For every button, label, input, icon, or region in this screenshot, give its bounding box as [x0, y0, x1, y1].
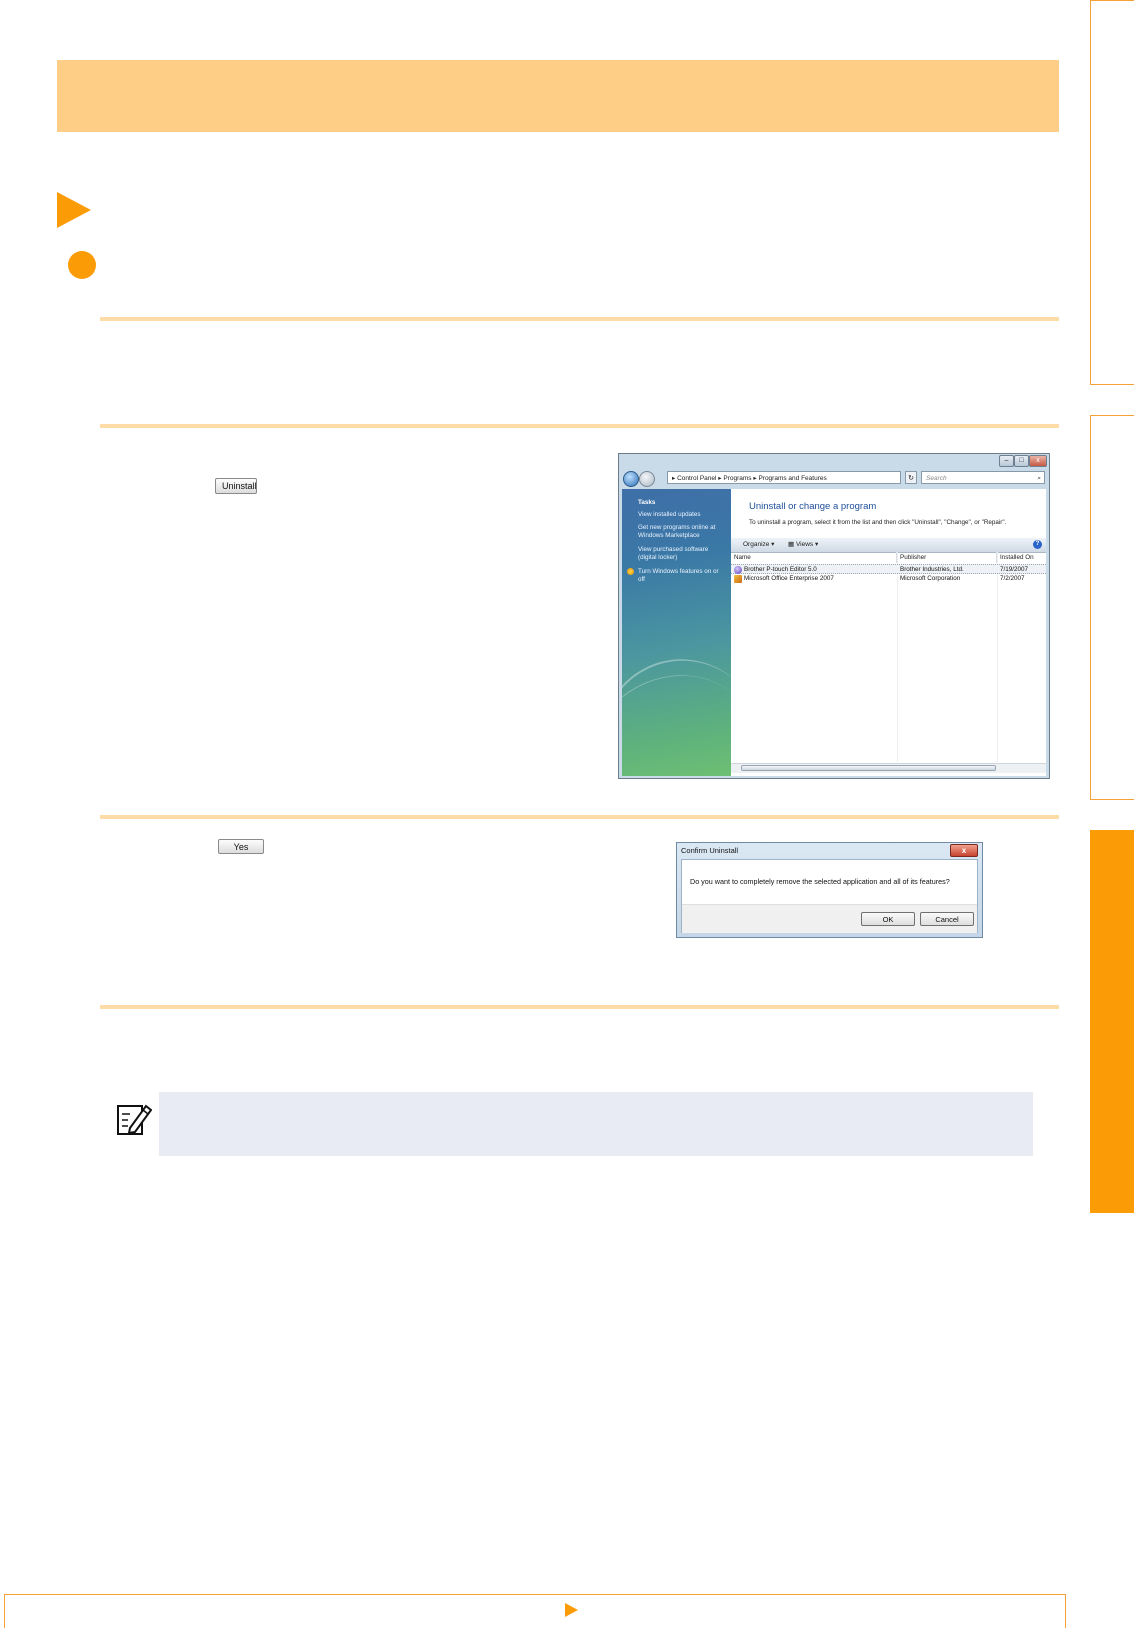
programs-features-window: – □ x ▸ Control Panel ▸ Programs ▸ Progr… — [618, 453, 1050, 779]
window-titlebar: – □ x — [619, 454, 1049, 468]
uninstall-button-image: Uninstall — [215, 478, 257, 494]
column-header-installed[interactable]: Installed On — [997, 552, 1046, 563]
close-button[interactable]: x — [1029, 455, 1047, 467]
dialog-footer: OK Cancel — [682, 904, 977, 933]
forward-arrow-icon[interactable] — [639, 471, 655, 487]
task-purchased-software[interactable]: View purchased software (digital locker) — [638, 546, 726, 561]
cancel-button[interactable]: Cancel — [920, 912, 974, 926]
address-crumb-programs[interactable]: Programs — [723, 475, 751, 482]
step-divider-4 — [100, 1005, 1059, 1009]
ptouch-app-icon — [734, 566, 742, 574]
note-pencil-icon — [116, 1102, 153, 1136]
subsection-marker-dot — [68, 251, 96, 279]
dialog-close-button[interactable]: x — [950, 844, 978, 857]
views-menu[interactable]: ▦ Views ▾ — [788, 538, 818, 552]
side-tab-1[interactable] — [1090, 0, 1134, 385]
horizontal-scrollbar[interactable] — [731, 763, 1046, 773]
task-windows-features[interactable]: Turn Windows features on or off — [638, 568, 726, 583]
views-label: Views — [795, 541, 814, 548]
header-bar — [57, 60, 1059, 132]
row-publisher: Microsoft Corporation — [900, 575, 961, 582]
dialog-body: Do you want to completely remove the sel… — [681, 859, 978, 933]
tasks-title: Tasks — [638, 499, 656, 506]
shield-icon — [627, 568, 634, 575]
address-bar[interactable]: ▸ Control Panel ▸ Programs ▸ Programs an… — [667, 471, 901, 484]
task-get-programs[interactable]: Get new programs online at Windows Marke… — [638, 524, 726, 539]
main-description: To uninstall a program, select it from t… — [749, 519, 1007, 526]
organize-label: Organize — [743, 541, 770, 548]
table-row[interactable]: Brother P-touch Editor 5.0 Brother Indus… — [731, 564, 1046, 574]
tasks-pane: Tasks View installed updates Get new pro… — [622, 489, 731, 776]
dialog-title: Confirm Uninstall — [681, 846, 739, 855]
refresh-icon[interactable]: ↻ — [905, 471, 917, 484]
step-divider-1 — [100, 317, 1059, 321]
address-root: ▸ — [672, 475, 676, 482]
office-app-icon — [734, 575, 742, 583]
task-view-updates[interactable]: View installed updates — [638, 511, 726, 519]
side-tab-active[interactable] — [1090, 830, 1134, 1213]
confirm-uninstall-dialog: Confirm Uninstall x Do you want to compl… — [676, 842, 983, 938]
table-row[interactable]: Microsoft Office Enterprise 2007 Microso… — [731, 574, 1046, 584]
search-input[interactable]: Search ⌕ — [921, 471, 1045, 484]
organize-menu[interactable]: Organize ▾ — [743, 538, 774, 552]
row-name: Microsoft Office Enterprise 2007 — [744, 575, 834, 582]
maximize-button[interactable]: □ — [1014, 455, 1029, 467]
side-tab-2[interactable] — [1090, 415, 1134, 800]
dialog-message: Do you want to completely remove the sel… — [690, 877, 950, 886]
column-header-name[interactable]: Name — [731, 552, 897, 563]
help-icon[interactable]: ? — [1033, 540, 1042, 549]
column-header-publisher[interactable]: Publisher — [897, 552, 997, 563]
search-icon[interactable]: ⌕ — [1037, 472, 1041, 485]
row-installed: 7/2/2007 — [1000, 575, 1025, 582]
search-placeholder: Search — [926, 475, 947, 482]
step-divider-2 — [100, 424, 1059, 428]
yes-button-image: Yes — [218, 839, 264, 854]
views-icon: ▦ — [788, 541, 796, 548]
scrollbar-thumb[interactable] — [741, 765, 996, 771]
address-bar-row: ▸ Control Panel ▸ Programs ▸ Programs an… — [623, 470, 1045, 487]
section-marker-triangle — [57, 192, 91, 228]
list-toolbar: Organize ▾ ▦ Views ▾ ? — [731, 538, 1046, 553]
address-crumb-control-panel[interactable]: Control Panel — [677, 475, 716, 482]
next-page-arrow-icon[interactable] — [565, 1603, 578, 1617]
ok-button[interactable]: OK — [861, 912, 915, 926]
minimize-button[interactable]: – — [999, 455, 1014, 467]
address-crumb-programs-features[interactable]: Programs and Features — [758, 475, 826, 482]
note-box — [159, 1092, 1033, 1156]
programs-pane: Uninstall or change a program To uninsta… — [731, 489, 1046, 776]
back-arrow-icon[interactable] — [623, 471, 639, 487]
main-title: Uninstall or change a program — [749, 501, 877, 512]
step-divider-3 — [100, 815, 1059, 819]
page-footer — [4, 1594, 1066, 1628]
uninstall-button-label: Uninstall — [222, 481, 257, 491]
